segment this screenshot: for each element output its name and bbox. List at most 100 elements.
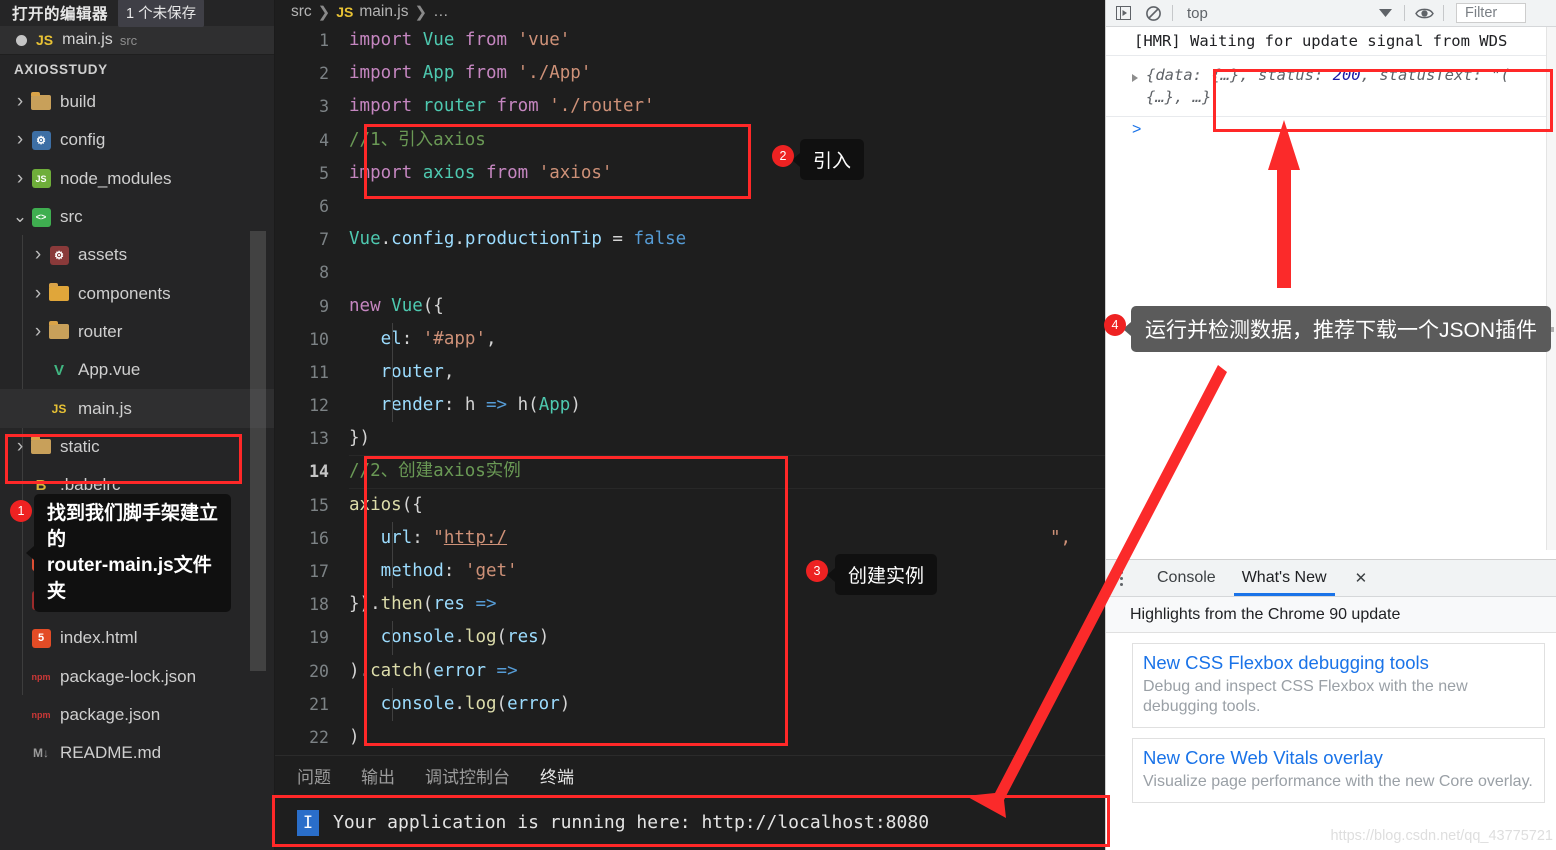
code-line[interactable]: 4 //1、引入axios xyxy=(275,124,1105,157)
panel-tab-2[interactable]: 调试控制台 xyxy=(425,763,510,788)
panel-tab-3[interactable]: 终端 xyxy=(540,763,574,797)
code-line[interactable]: 5 import axios from 'axios' xyxy=(275,157,1105,190)
panel-tab-0[interactable]: 问题 xyxy=(297,763,331,788)
tree-item-assets[interactable]: › ⚙ assets xyxy=(0,236,274,274)
tree-item-static[interactable]: › static xyxy=(0,428,274,466)
code-line[interactable]: 18}).then(res => xyxy=(275,588,1105,621)
chevron-right-icon[interactable]: › xyxy=(10,436,30,458)
tree-item-label: build xyxy=(60,92,96,112)
line-number: 10 xyxy=(309,329,329,349)
tree-item-label: src xyxy=(60,207,83,227)
code-line[interactable]: 9 new Vue({ xyxy=(275,290,1105,323)
tree-item-build[interactable]: › build xyxy=(0,83,274,121)
indent-guide xyxy=(392,621,393,655)
tree-item-main-js[interactable]: JS main.js xyxy=(0,389,274,428)
whats-new-subtitle: Highlights from the Chrome 90 update xyxy=(1106,597,1556,633)
tree-item-package-lock-json[interactable]: npm package-lock.json xyxy=(0,657,274,695)
tree-item-components[interactable]: › components xyxy=(0,274,274,312)
chevron-right-icon[interactable]: › xyxy=(28,244,48,266)
chevron-right-icon[interactable]: › xyxy=(10,91,30,113)
tree-item-readme-md[interactable]: M↓ README.md xyxy=(0,734,274,772)
config-folder-icon: ⚙ xyxy=(30,130,52,150)
code-line[interactable]: 15 axios({ xyxy=(275,489,1105,522)
close-icon[interactable]: ✕ xyxy=(1355,569,1368,587)
whats-new-card[interactable]: New Core Web Vitals overlay Visualize pa… xyxy=(1132,738,1545,803)
whats-new-card-title[interactable]: New CSS Flexbox debugging tools xyxy=(1143,652,1534,674)
code-line[interactable]: 6 xyxy=(275,190,1105,223)
tree-item-index-html[interactable]: 5 index.html xyxy=(0,619,274,657)
open-editor-folder: src xyxy=(119,32,138,48)
code-line[interactable]: 19 console.log(res) xyxy=(275,621,1105,655)
tree-item-config[interactable]: › ⚙ config xyxy=(0,121,274,159)
code-line[interactable]: 7 Vue.config.productionTip = false xyxy=(275,223,1105,256)
breadcrumb-file[interactable]: main.js xyxy=(359,3,408,21)
chevron-right-icon[interactable]: › xyxy=(28,321,48,343)
line-number: 8 xyxy=(319,263,329,283)
console-prompt[interactable]: > xyxy=(1106,117,1556,143)
code-line[interactable]: 8 xyxy=(275,256,1105,289)
tab-whats-new[interactable]: What's New xyxy=(1233,569,1335,596)
more-tabs-icon[interactable] xyxy=(1120,570,1123,586)
line-number: 13 xyxy=(309,429,329,449)
chevron-down-icon[interactable] xyxy=(1374,2,1396,24)
open-editor-item-mainjs[interactable]: JS main.js src xyxy=(0,26,274,55)
tree-item-src[interactable]: ⌄ <> src xyxy=(0,198,274,236)
chevron-right-icon[interactable]: › xyxy=(10,129,30,151)
code-line[interactable]: 1 import Vue from 'vue' xyxy=(275,24,1105,57)
code-line[interactable]: 11 router, xyxy=(275,355,1105,390)
tree-item-app-vue[interactable]: V App.vue xyxy=(0,351,274,389)
code-line[interactable]: 16 url: "http:/ ", xyxy=(275,521,1105,555)
code-line[interactable]: 17 method: 'get' xyxy=(275,555,1105,589)
line-text: Vue.config.productionTip = false xyxy=(349,229,687,250)
code-line[interactable]: 13}) xyxy=(275,422,1105,455)
console-context-select[interactable]: top xyxy=(1181,5,1366,22)
code-line[interactable]: 2 import App from './App' xyxy=(275,57,1105,90)
console-sidebar-icon[interactable] xyxy=(1112,2,1134,24)
line-number: 16 xyxy=(309,528,329,548)
terminal-text: Your application is running here: http:/… xyxy=(333,812,930,833)
console-filter-input[interactable]: Filter xyxy=(1456,3,1526,23)
code-line[interactable]: 22) xyxy=(275,721,1105,754)
chevron-right-icon[interactable]: › xyxy=(10,168,30,190)
chevron-right-icon[interactable]: › xyxy=(28,283,48,305)
tree-item-label: README.md xyxy=(60,743,162,763)
console-toolbar: top Filter xyxy=(1106,0,1556,27)
tab-console[interactable]: Console xyxy=(1155,569,1218,587)
console-scrollbar[interactable] xyxy=(1546,27,1556,550)
whats-new-card-title[interactable]: New Core Web Vitals overlay xyxy=(1143,747,1534,769)
code-lines[interactable]: 1 import Vue from 'vue' 2 import App from '… xyxy=(275,24,1105,754)
terminal-output[interactable]: I Your application is running here: http… xyxy=(275,794,1105,850)
tree-item-package-json[interactable]: npm package.json xyxy=(0,696,274,734)
breadcrumb-src[interactable]: src xyxy=(291,3,312,21)
code-line[interactable]: 21 console.log(error) xyxy=(275,687,1105,721)
live-expression-eye-icon[interactable] xyxy=(1413,2,1435,24)
line-number: 12 xyxy=(309,396,329,416)
line-number: 1 xyxy=(319,31,329,50)
console-messages: [HMR] Waiting for update signal from WDS… xyxy=(1106,27,1556,143)
tree-item-router[interactable]: › router xyxy=(0,313,274,351)
breadcrumb[interactable]: src ❯ JS main.js ❯ … xyxy=(275,0,1105,24)
expand-triangle-icon[interactable] xyxy=(1132,74,1138,82)
whats-new-card[interactable]: New CSS Flexbox debugging tools Debug an… xyxy=(1132,643,1545,728)
line-text: //1、引入axios xyxy=(349,129,486,150)
tree-item-node-modules[interactable]: › JS node_modules xyxy=(0,160,274,198)
code-line[interactable]: 20).catch(error => xyxy=(275,655,1105,688)
project-root-title[interactable]: AXIOSSTUDY xyxy=(0,55,274,83)
indent-guide xyxy=(392,389,393,423)
clear-console-icon[interactable] xyxy=(1142,2,1164,24)
open-editors-header[interactable]: 打开的编辑器 1 个未保存 xyxy=(0,0,274,27)
tree-item-label: package-lock.json xyxy=(60,666,197,686)
line-number: 5 xyxy=(319,163,329,183)
code-line[interactable]: 10 el: '#app', xyxy=(275,322,1105,356)
tree-scrollbar[interactable] xyxy=(250,231,266,671)
tree-item-label: components xyxy=(78,283,171,303)
code-line[interactable]: 14 //2、创建axios实例 xyxy=(275,455,1105,489)
tree-item-label: main.js xyxy=(78,398,132,418)
console-response-object[interactable]: {data: {…}, status: 200, statusText: "( … xyxy=(1106,56,1556,117)
breadcrumb-ellipsis[interactable]: … xyxy=(433,3,449,21)
chevron-down-icon[interactable]: ⌄ xyxy=(10,207,30,227)
annotation-badge-1: 1 xyxy=(10,500,32,522)
code-line[interactable]: 3 import router from './router' xyxy=(275,90,1105,123)
panel-tab-1[interactable]: 输出 xyxy=(361,763,395,788)
code-line[interactable]: 12 render: h => h(App) xyxy=(275,389,1105,423)
